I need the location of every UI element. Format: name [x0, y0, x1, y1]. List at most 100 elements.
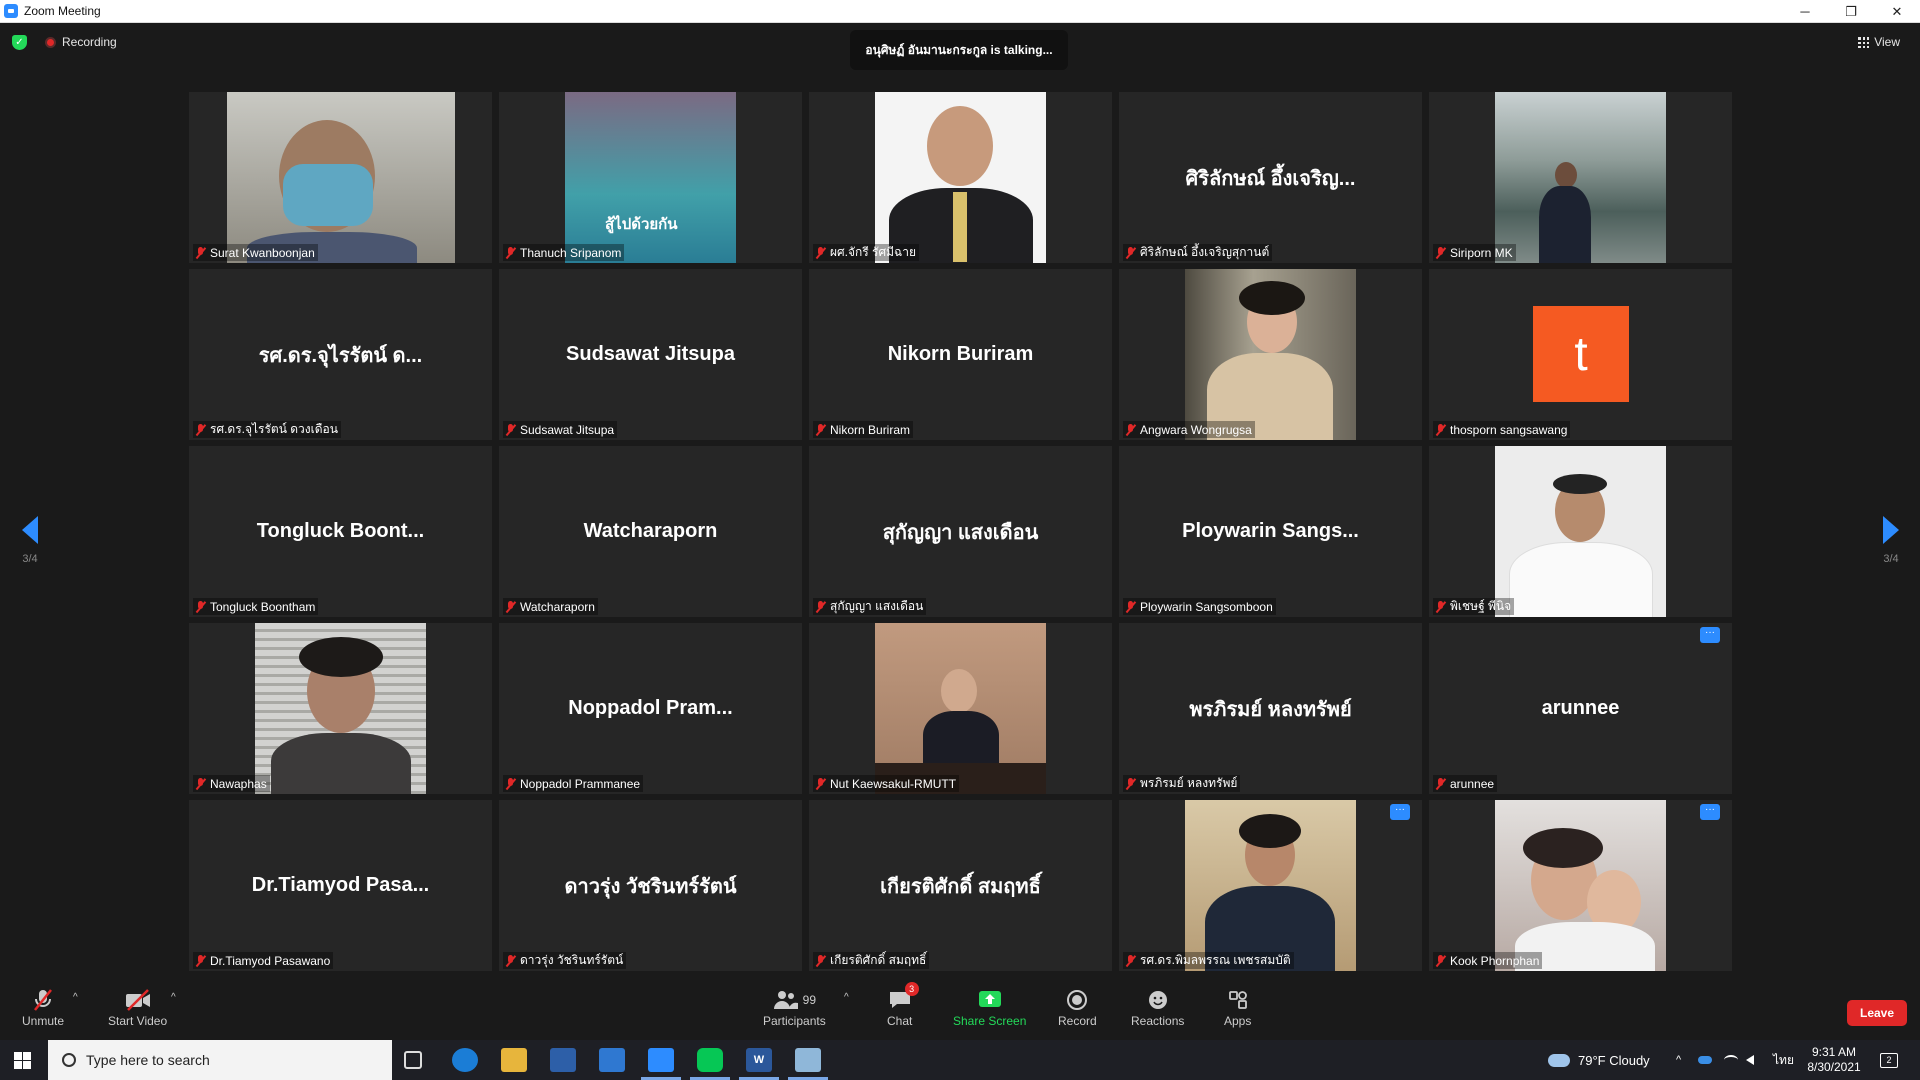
- participant-display-name: เกียรติศักดิ์ สมฤทธิ์: [880, 875, 1041, 898]
- taskbar-search-box[interactable]: Type here to search: [48, 1040, 392, 1080]
- participant-display-name: Tongluck Boont...: [256, 520, 425, 542]
- participant-tile[interactable]: Surat Kwanboonjan: [189, 92, 492, 263]
- participants-options-caret-icon[interactable]: ^: [844, 992, 849, 1003]
- participant-tile[interactable]: พิเชษฐ์ พีนิจ: [1429, 446, 1732, 617]
- video-feed: [1495, 446, 1666, 617]
- video-options-caret-icon[interactable]: ^: [171, 992, 176, 1003]
- mic-muted-icon: [1126, 600, 1135, 613]
- participants-count: 99: [802, 993, 817, 1007]
- arrow-right-icon: [1883, 516, 1899, 544]
- record-icon: [1066, 986, 1088, 1014]
- participant-name-label: arunnee: [1433, 775, 1498, 792]
- view-button[interactable]: View: [1858, 35, 1900, 49]
- mic-muted-icon: [1436, 600, 1445, 613]
- recording-indicator[interactable]: Recording: [45, 35, 117, 49]
- record-button[interactable]: Record: [1058, 986, 1097, 1028]
- participant-tile[interactable]: สู้ไปด้วยกัน Thanuch Sripanom: [499, 92, 802, 263]
- participant-name-label: Siriporn MK: [1433, 244, 1516, 261]
- leave-button[interactable]: Leave: [1847, 1000, 1907, 1026]
- view-label: View: [1874, 35, 1900, 49]
- task-view-icon[interactable]: [404, 1051, 422, 1069]
- next-page-button[interactable]: 3/4: [1876, 516, 1906, 565]
- participant-tile[interactable]: Nut Kaewsakul-RMUTT: [809, 623, 1112, 794]
- participant-display-name: Watcharaporn: [583, 520, 718, 542]
- previous-page-button[interactable]: 3/4: [15, 516, 45, 565]
- participant-display-name: ดาวรุ่ง วัชรินทร์รัตน์: [564, 875, 737, 898]
- tray-chevron-icon[interactable]: ^: [1676, 1040, 1681, 1080]
- participant-display-name: พรภิรมย์ หลงทรัพย์: [1189, 698, 1352, 721]
- participant-tile[interactable]: Sudsawat Jitsupa Sudsawat Jitsupa: [499, 269, 802, 440]
- cloud-icon: [1548, 1053, 1570, 1067]
- unmute-button[interactable]: Unmute: [22, 986, 64, 1028]
- share-screen-button[interactable]: Share Screen: [953, 986, 1026, 1028]
- participant-tile[interactable]: Noppadol Pram... Noppadol Prammanee: [499, 623, 802, 794]
- search-placeholder: Type here to search: [86, 1052, 210, 1068]
- volume-icon[interactable]: [1746, 1040, 1754, 1080]
- participant-tile[interactable]: Nikorn Buriram Nikorn Buriram: [809, 269, 1112, 440]
- participant-tile[interactable]: ··· รศ.ดร.พิมลพรรณ เพชรสมบัติ: [1119, 800, 1422, 971]
- mic-muted-icon: [1126, 246, 1135, 259]
- participant-tile[interactable]: ··· Kook Phornphan: [1429, 800, 1732, 971]
- edge-browser-icon[interactable]: [452, 1048, 478, 1072]
- participant-name-label: ดาวรุ่ง วัชรินทร์รัตน์: [503, 952, 627, 969]
- reactions-button[interactable]: Reactions: [1131, 986, 1184, 1028]
- participant-tile[interactable]: Tongluck Boont... Tongluck Boontham: [189, 446, 492, 617]
- participant-name-label: Nikorn Buriram: [813, 421, 914, 438]
- minimize-button[interactable]: ─: [1782, 0, 1828, 23]
- participant-tile[interactable]: Dr.Tiamyod Pasa... Dr.Tiamyod Pasawano: [189, 800, 492, 971]
- close-button[interactable]: ✕: [1874, 0, 1920, 23]
- mail-icon[interactable]: [599, 1048, 625, 1072]
- audio-options-caret-icon[interactable]: ^: [73, 992, 78, 1003]
- participant-tile[interactable]: Angwara Wongrugsa: [1119, 269, 1422, 440]
- start-video-button[interactable]: Start Video: [108, 986, 167, 1028]
- file-explorer-icon[interactable]: [501, 1048, 527, 1072]
- participant-tile[interactable]: Siriporn MK: [1429, 92, 1732, 263]
- participant-name-label: Thanuch Sripanom: [503, 244, 625, 261]
- participant-tile[interactable]: Nawaphas: [189, 623, 492, 794]
- participant-name-label: สุกัญญา แสงเดือน: [813, 598, 927, 615]
- video-off-icon: [124, 986, 152, 1014]
- participant-tile[interactable]: สุกัญญา แสงเดือน สุกัญญา แสงเดือน: [809, 446, 1112, 617]
- participant-tile[interactable]: t thosporn sangsawang: [1429, 269, 1732, 440]
- participant-name-label: Dr.Tiamyod Pasawano: [193, 952, 334, 969]
- clock-date: 8/30/2021: [1807, 1060, 1861, 1074]
- chat-badge: 3: [904, 982, 919, 996]
- participant-tile[interactable]: ผศ.จักรี รัศมีฉาย: [809, 92, 1112, 263]
- word-icon[interactable]: W: [746, 1048, 772, 1072]
- notepad-icon[interactable]: [795, 1048, 821, 1072]
- participant-tile[interactable]: ศิริลักษณ์ อึ้งเจริญ... ศิริลักษณ์ อึ้งเ…: [1119, 92, 1422, 263]
- participant-tile[interactable]: พรภิรมย์ หลงทรัพย์ พรภิรมย์ หลงทรัพย์: [1119, 623, 1422, 794]
- participants-button[interactable]: 99 Participants: [763, 986, 826, 1028]
- shield-icon[interactable]: ✓: [12, 35, 27, 50]
- participant-tile[interactable]: Watcharaporn Watcharaporn: [499, 446, 802, 617]
- mic-muted-icon: [1436, 423, 1445, 436]
- notifications-button[interactable]: 2: [1880, 1040, 1898, 1080]
- windows-start-icon[interactable]: [14, 1052, 31, 1069]
- mic-muted-icon: [816, 423, 825, 436]
- participant-tile[interactable]: ดาวรุ่ง วัชรินทร์รัตน์ ดาวรุ่ง วัชรินทร์…: [499, 800, 802, 971]
- more-options-button[interactable]: ···: [1390, 804, 1410, 820]
- store-icon[interactable]: [550, 1048, 576, 1072]
- participant-display-name: Ploywarin Sangs...: [1182, 520, 1359, 542]
- participant-display-name: ศิริลักษณ์ อึ้งเจริญ...: [1185, 167, 1356, 190]
- participant-tile[interactable]: Ploywarin Sangs... Ploywarin Sangsomboon: [1119, 446, 1422, 617]
- participant-tile[interactable]: เกียรติศักดิ์ สมฤทธิ์ เกียรติศักดิ์ สมฤท…: [809, 800, 1112, 971]
- chat-button[interactable]: 3 Chat: [887, 982, 919, 1028]
- participant-tile[interactable]: arunnee ··· arunnee: [1429, 623, 1732, 794]
- participant-name-label: Ploywarin Sangsomboon: [1123, 598, 1276, 615]
- clock[interactable]: 9:31 AM 8/30/2021: [1807, 1040, 1861, 1080]
- onedrive-icon[interactable]: [1698, 1040, 1712, 1080]
- apps-button[interactable]: Apps: [1224, 986, 1251, 1028]
- weather-widget[interactable]: 79°F Cloudy: [1548, 1040, 1650, 1080]
- line-app-icon[interactable]: [697, 1048, 723, 1072]
- participant-name-label: Tongluck Boontham: [193, 598, 319, 615]
- participant-tile[interactable]: รศ.ดร.จุไรรัตน์ ด... รศ.ดร.จุไรรัตน์ ดวง…: [189, 269, 492, 440]
- grid-icon: [1858, 36, 1870, 48]
- mic-muted-icon: [196, 246, 205, 259]
- more-options-button[interactable]: ···: [1700, 804, 1720, 820]
- network-icon[interactable]: [1724, 1040, 1738, 1080]
- maximize-button[interactable]: ❐: [1828, 0, 1874, 23]
- more-options-button[interactable]: ···: [1700, 627, 1720, 643]
- input-language[interactable]: ไทย: [1773, 1040, 1794, 1080]
- zoom-app-icon[interactable]: [648, 1048, 674, 1072]
